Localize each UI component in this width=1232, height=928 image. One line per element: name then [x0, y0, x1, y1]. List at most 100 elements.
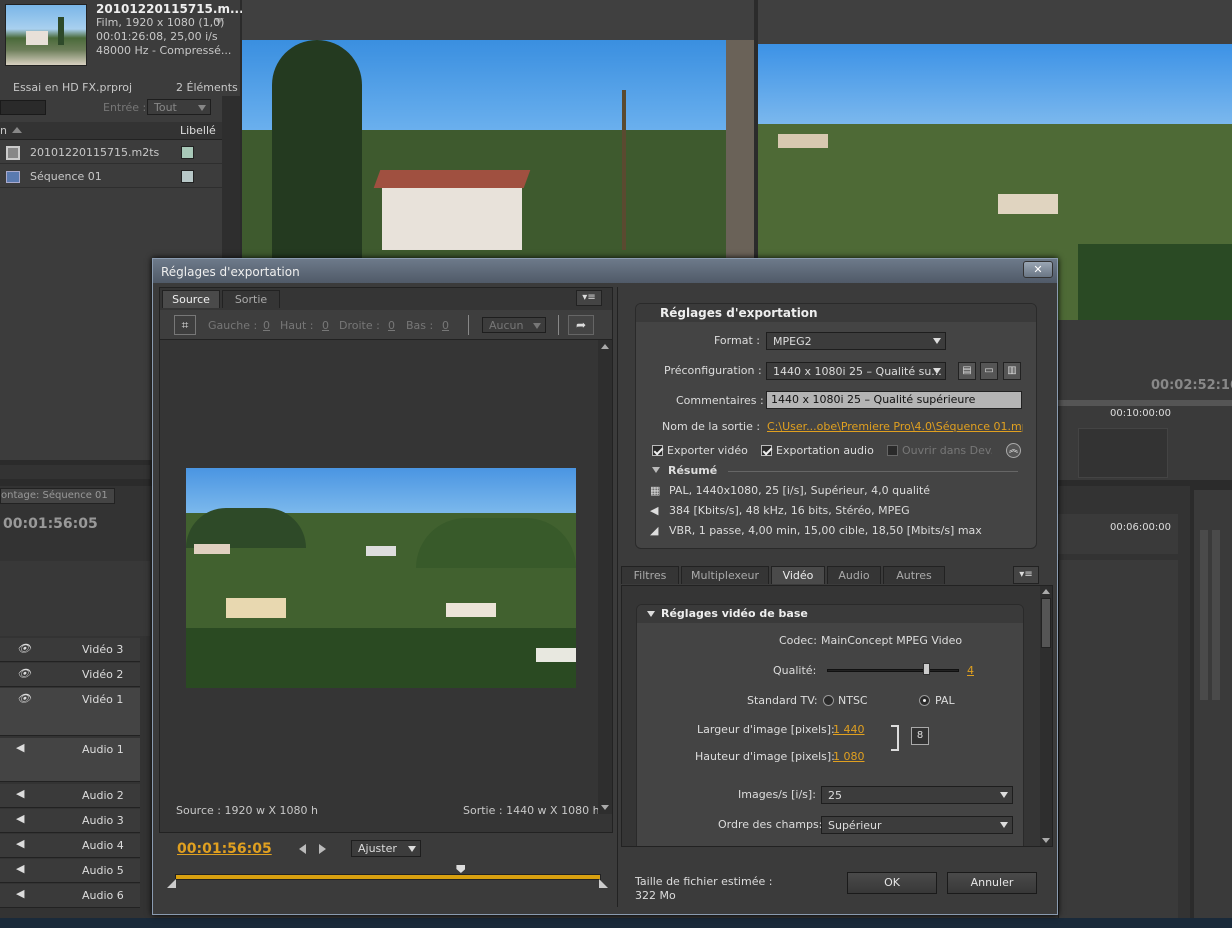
audio-speaker-icon: ◀ — [650, 504, 659, 517]
field-order-dropdown[interactable]: Supérieur — [821, 816, 1013, 834]
entry-dropdown[interactable]: Tout — [147, 99, 211, 115]
frame-height-value[interactable]: 1 080 — [833, 750, 865, 763]
bitrate-icon: ◢ — [650, 524, 659, 537]
link-chain-icon[interactable]: 8 — [911, 727, 929, 745]
output-name-link[interactable]: C:\User...obe\Premiere Pro\4.0\Séquence … — [767, 420, 1023, 433]
speaker-icon[interactable]: ◀ — [16, 813, 28, 824]
eye-icon[interactable]: 👁 — [17, 693, 31, 704]
quality-value[interactable]: 4 — [967, 664, 974, 677]
clip-name: 20101220115715.m... — [96, 2, 244, 16]
timeline-tab[interactable]: ontage: Séquence 01 — [0, 488, 115, 504]
frame-width-value[interactable]: 1 440 — [833, 723, 865, 736]
crop-ratio-dropdown[interactable]: Aucun — [482, 317, 546, 333]
pal-radio[interactable] — [919, 695, 930, 706]
program-monitor-bg — [758, 0, 1232, 44]
summary-toggle-icon[interactable] — [652, 467, 660, 473]
source-size: Source : 1920 w X 1080 h — [176, 804, 318, 817]
track-audio-4[interactable]: Audio 4 ◀ — [0, 834, 140, 858]
tab-output[interactable]: Sortie — [222, 290, 280, 308]
source-pane-scrollbar[interactable] — [598, 340, 612, 814]
summary-header: Résumé — [668, 464, 718, 477]
crop-toolbar: ⌗ Gauche : 0 Haut : 0 Droite : 0 Bas : 0… — [160, 310, 612, 340]
collapse-up-icon[interactable]: ︽ — [1006, 443, 1021, 458]
program-buttons[interactable] — [1078, 428, 1168, 478]
project-item-row[interactable]: 20101220115715.m2ts — [0, 142, 222, 164]
eye-icon[interactable]: 👁 — [17, 668, 31, 679]
sequence-icon — [6, 171, 20, 183]
tab-audio[interactable]: Audio — [827, 566, 881, 584]
source-monitor-frame — [242, 40, 754, 260]
project-item-count: 2 Éléments — [176, 81, 238, 94]
project-search-input[interactable] — [0, 100, 46, 115]
tab-filters[interactable]: Filtres — [621, 566, 679, 584]
crop-top-value[interactable]: 0 — [322, 319, 329, 332]
label-color-swatch[interactable] — [181, 146, 194, 159]
dialog-titlebar[interactable]: Réglages d'exportation ✕ — [153, 259, 1057, 283]
source-preview-image — [186, 468, 576, 688]
speaker-icon[interactable]: ◀ — [16, 838, 28, 849]
video-settings-scrollbar[interactable] — [1040, 586, 1052, 846]
cancel-button[interactable]: Annuler — [947, 872, 1037, 894]
track-audio-1[interactable]: Audio 1 ◀ — [0, 738, 140, 782]
track-header-list: Vidéo 3 👁 Vidéo 2 👁 Vidéo 1 👁 Audio 1 ◀ Audi… — [0, 638, 152, 918]
crop-icon[interactable]: ⌗ — [174, 315, 196, 335]
video-basic-section: Réglages vidéo de base Codec: MainConcep… — [636, 604, 1024, 846]
set-in-point-icon[interactable] — [299, 844, 306, 854]
preset-dropdown[interactable]: 1440 x 1080i 25 – Qualité su... — [766, 362, 946, 380]
fit-dropdown[interactable]: Ajuster — [351, 840, 421, 857]
format-dropdown[interactable]: MPEG2 — [766, 332, 946, 350]
delete-preset-icon[interactable]: ▥ — [1003, 362, 1021, 380]
save-preset-icon[interactable]: ▤ — [958, 362, 976, 380]
set-out-point-icon[interactable] — [319, 844, 326, 854]
track-audio-6[interactable]: Audio 6 ◀ — [0, 884, 140, 908]
track-video-3[interactable]: Vidéo 3 👁 — [0, 638, 140, 662]
work-area-bar[interactable] — [175, 874, 601, 880]
export-audio-checkbox[interactable] — [761, 445, 772, 456]
video-section-toggle-icon[interactable] — [647, 611, 655, 617]
track-video-1[interactable]: Vidéo 1 👁 — [0, 688, 140, 736]
track-audio-3[interactable]: Audio 3 ◀ — [0, 809, 140, 833]
clip-info-duration: 00:01:26:08, 25,00 i/s — [96, 30, 218, 43]
playhead-marker[interactable] — [456, 865, 466, 873]
crop-bottom-value[interactable]: 0 — [442, 319, 449, 332]
comments-field[interactable]: 1440 x 1080i 25 – Qualité supérieure — [766, 391, 1022, 409]
tab-others[interactable]: Autres — [883, 566, 945, 584]
sort-arrow-icon[interactable] — [12, 127, 22, 133]
speaker-icon[interactable]: ◀ — [16, 863, 28, 874]
in-point-marker[interactable] — [167, 879, 176, 888]
export-video-checkbox[interactable] — [652, 445, 663, 456]
project-item-row[interactable]: Séquence 01 — [0, 166, 222, 188]
eye-icon[interactable]: 👁 — [17, 643, 31, 654]
track-audio-5[interactable]: Audio 5 ◀ — [0, 859, 140, 883]
track-video-2[interactable]: Vidéo 2 👁 — [0, 663, 140, 687]
tab-source[interactable]: Source — [162, 290, 220, 308]
column-label-header[interactable]: Libellé — [180, 124, 216, 137]
close-button[interactable]: ✕ — [1023, 261, 1053, 278]
source-monitor-bg — [242, 0, 754, 40]
swap-arrow-icon[interactable]: ➦ — [568, 315, 594, 335]
crop-right-value[interactable]: 0 — [388, 319, 395, 332]
quality-slider-thumb[interactable] — [923, 663, 930, 675]
tab-multiplexer[interactable]: Multiplexeur — [681, 566, 769, 584]
timeline-timecode[interactable]: 00:01:56:05 — [3, 516, 98, 532]
panel-menu-icon[interactable]: ▾≡ — [576, 290, 602, 306]
speaker-icon[interactable]: ◀ — [16, 742, 28, 753]
tab-video[interactable]: Vidéo — [771, 566, 825, 584]
taskbar — [0, 918, 1232, 928]
crop-left-value[interactable]: 0 — [263, 319, 270, 332]
speaker-icon[interactable]: ◀ — [16, 888, 28, 899]
track-audio-2[interactable]: Audio 2 ◀ — [0, 784, 140, 808]
quality-slider[interactable] — [827, 669, 959, 672]
open-in-device-checkbox[interactable] — [887, 445, 898, 456]
source-timecode[interactable]: 00:01:56:05 — [177, 841, 272, 857]
tabs-menu-icon[interactable]: ▾≡ — [1013, 566, 1039, 584]
ok-button[interactable]: OK — [847, 872, 937, 894]
fps-dropdown[interactable]: 25 — [821, 786, 1013, 804]
out-point-marker[interactable] — [599, 879, 608, 888]
speaker-icon[interactable]: ◀ — [16, 788, 28, 799]
output-size: Sortie : 1440 w X 1080 h — [463, 804, 600, 817]
ntsc-radio[interactable] — [823, 695, 834, 706]
import-preset-icon[interactable]: ▭ — [980, 362, 998, 380]
program-timecode[interactable]: 00:02:52:16 — [1151, 378, 1232, 393]
label-color-swatch[interactable] — [181, 170, 194, 183]
